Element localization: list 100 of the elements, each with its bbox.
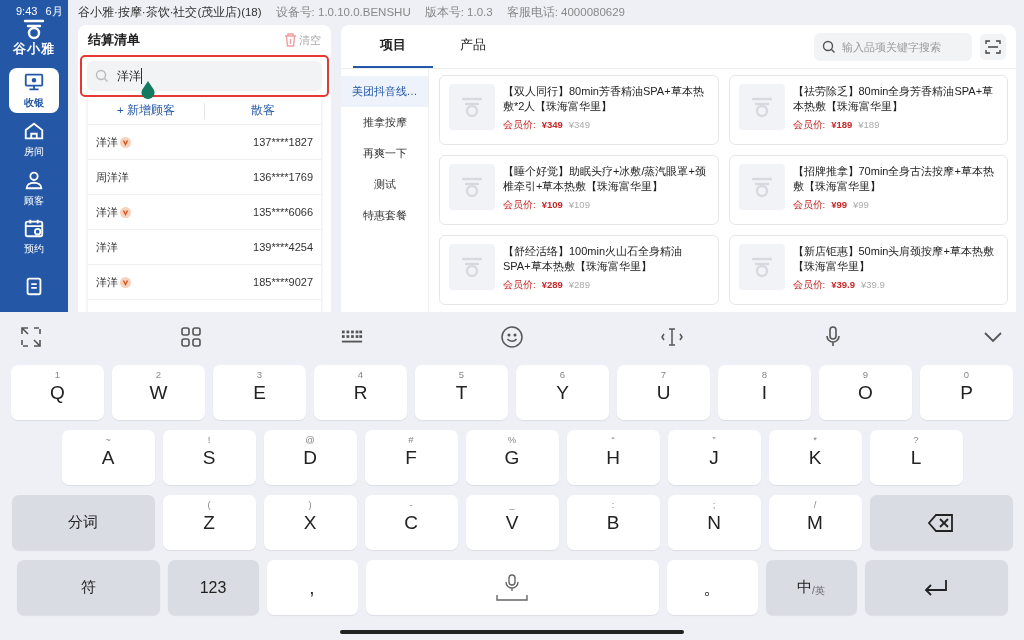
text-cursor-icon[interactable] (661, 327, 684, 347)
backspace-key[interactable] (869, 495, 1013, 550)
cursor-handle-icon[interactable] (140, 81, 156, 101)
member-price: ¥99 (831, 199, 847, 212)
key[interactable]: ? L (869, 430, 963, 485)
customer-row[interactable]: 洋洋 137****1827 (88, 125, 321, 160)
product-card[interactable]: 【双人同行】80min芳香精油SPA+草本热敷*2人【珠海富华里】 会员价: ¥349 ¥349 (439, 75, 719, 145)
category-item[interactable]: 再爽一下 (341, 138, 428, 169)
product-card[interactable]: 【祛劳除乏】80min全身芳香精油SPA+草本热敷【珠海富华里】 会员价: ¥189 ¥189 (728, 75, 1008, 145)
category-item[interactable]: 特惠套餐 (341, 200, 428, 231)
product-title: 【舒经活络】100min火山石全身精油SPA+草本热敷【珠海富华里】 (503, 244, 684, 274)
grid-icon[interactable] (181, 327, 202, 347)
add-customer-button[interactable]: + 新增顾客 (88, 102, 204, 119)
key[interactable]: 123 (167, 560, 259, 615)
category-item[interactable]: 测试 (341, 169, 428, 200)
key[interactable]: 8 I (718, 365, 811, 420)
original-price: ¥349 (568, 119, 590, 132)
key[interactable]: ; N (667, 495, 761, 550)
key[interactable]: , (266, 560, 358, 615)
member-price: ¥39.9 (831, 279, 855, 292)
calendar-icon (23, 217, 45, 240)
tab[interactable]: 产品 (433, 25, 513, 68)
key[interactable]: / M (768, 495, 862, 550)
key[interactable]: : B (566, 495, 660, 550)
product-card[interactable]: 【招牌推拿】70min全身古法按摩+草本热敷【珠海富华里】 会员价: ¥99 ¥99 (728, 155, 1008, 225)
version-number: 版本号: 1.0.3 (424, 5, 493, 20)
scan-button[interactable] (980, 33, 1006, 60)
key[interactable]: ~ A (61, 430, 155, 485)
customer-name: 洋洋 (96, 204, 118, 220)
key[interactable]: _ V (465, 495, 559, 550)
chevron-down-icon[interactable] (982, 331, 1003, 343)
key[interactable]: - C (364, 495, 458, 550)
device-number: 设备号: 1.0.10.0.BENSHU (275, 5, 411, 20)
member-price: ¥289 (541, 279, 563, 292)
key[interactable]: 4 R (314, 365, 407, 420)
product-title: 【招牌推拿】70min全身古法按摩+草本热敷【珠海富华里】 (792, 164, 995, 194)
key[interactable]: % G (465, 430, 559, 485)
phone-number: 136****1769 (253, 171, 313, 183)
search-field[interactable]: 洋洋 (87, 61, 322, 91)
key[interactable]: ( Z (162, 495, 256, 550)
logo-text: 谷小雅 (13, 40, 55, 59)
customer-row[interactable]: 周洋洋 136****1769 (88, 160, 321, 195)
member-price: ¥349 (541, 119, 563, 132)
key[interactable]: 9 O (819, 365, 912, 420)
trash-icon (284, 33, 297, 47)
product-title: 【双人同行】80min芳香精油SPA+草本热敷*2人【珠海富华里】 (503, 84, 705, 114)
customer-row[interactable]: 洋洋 185****9027 (88, 265, 321, 300)
original-price: ¥39.9 (860, 279, 885, 292)
nav-item[interactable]: 顾客 (9, 165, 59, 211)
keyboard-icon[interactable] (340, 329, 363, 345)
enter-icon (923, 578, 949, 597)
key[interactable]: 符 (16, 560, 160, 615)
key[interactable]: 。 (666, 560, 758, 615)
key[interactable]: 2 W (112, 365, 205, 420)
key[interactable]: 0 P (920, 365, 1013, 420)
search-icon (95, 69, 109, 83)
key[interactable]: ! S (162, 430, 256, 485)
nav-item[interactable]: 房间 (9, 117, 59, 162)
tab[interactable]: 项目 (353, 25, 433, 68)
key[interactable]: 6 Y (516, 365, 609, 420)
phone-number: 135****6066 (253, 206, 313, 218)
product-card[interactable]: 【新店钜惠】50min头肩颈按摩+草本热敷【珠海富华里】 会员价: ¥39.9 ¥39.9 (728, 235, 1008, 305)
member-price-label: 会员价: (792, 119, 826, 132)
key[interactable]: “ H (566, 430, 660, 485)
key[interactable]: # F (364, 430, 458, 485)
nav-item[interactable]: 收银 (9, 68, 59, 114)
key[interactable]: ” J (667, 430, 761, 485)
key[interactable]: 5 T (415, 365, 508, 420)
customer-row[interactable]: 洋洋 135****6066 (88, 195, 321, 230)
key[interactable]: 分词 (11, 495, 155, 550)
product-title: 【睡个好觉】助眠头疗+冰敷/蒸汽眼罩+颈椎牵引+草本热敷【珠海富华里】 (503, 164, 707, 194)
key[interactable]: 3 E (213, 365, 306, 420)
key[interactable]: ) X (263, 495, 357, 550)
walk-in-button[interactable]: 散客 (205, 102, 321, 119)
key[interactable]: 7 U (617, 365, 710, 420)
product-card[interactable]: 【睡个好觉】助眠头疗+冰敷/蒸汽眼罩+颈椎牵引+草本热敷【珠海富华里】 会员价: ¥109 ¥109 (439, 155, 719, 225)
microphone-icon[interactable] (824, 326, 841, 348)
smiley-icon[interactable] (501, 326, 523, 348)
member-price: ¥109 (541, 199, 563, 212)
key[interactable]: 1 Q (11, 365, 104, 420)
original-price: ¥99 (853, 199, 869, 212)
backspace-icon (928, 513, 954, 532)
member-price-label: 会员价: (503, 279, 536, 292)
member-price-label: 会员价: (792, 279, 826, 292)
customer-row[interactable]: 洋洋 139****4254 (88, 230, 321, 265)
nav-item[interactable]: 预约 (9, 214, 59, 260)
product-card[interactable]: 【舒经活络】100min火山石全身精油SPA+草本热敷【珠海富华里】 会员价: ¥289 ¥289 (439, 235, 719, 305)
status-time: 9:43 (16, 5, 38, 18)
item-search-field[interactable]: 输入品项关键字搜索 (814, 32, 972, 61)
key[interactable]: * K (768, 430, 862, 485)
phone-number: 139****4254 (253, 241, 313, 253)
category-item[interactable]: 推拿按摩 (341, 107, 428, 138)
member-price-label: 会员价: (792, 199, 826, 212)
product-title: 【祛劳除乏】80min全身芳香精油SPA+草本热敷【珠海富华里】 (792, 84, 995, 114)
key[interactable]: @ D (263, 430, 357, 485)
original-price: ¥289 (568, 279, 590, 292)
status-date: 6月 (45, 3, 63, 19)
category-item[interactable]: 美团抖音线… (341, 76, 428, 107)
collapse-icon[interactable] (20, 326, 42, 348)
store-name: 谷小雅·按摩·茶饮·社交(茂业店)(18) (78, 5, 262, 20)
